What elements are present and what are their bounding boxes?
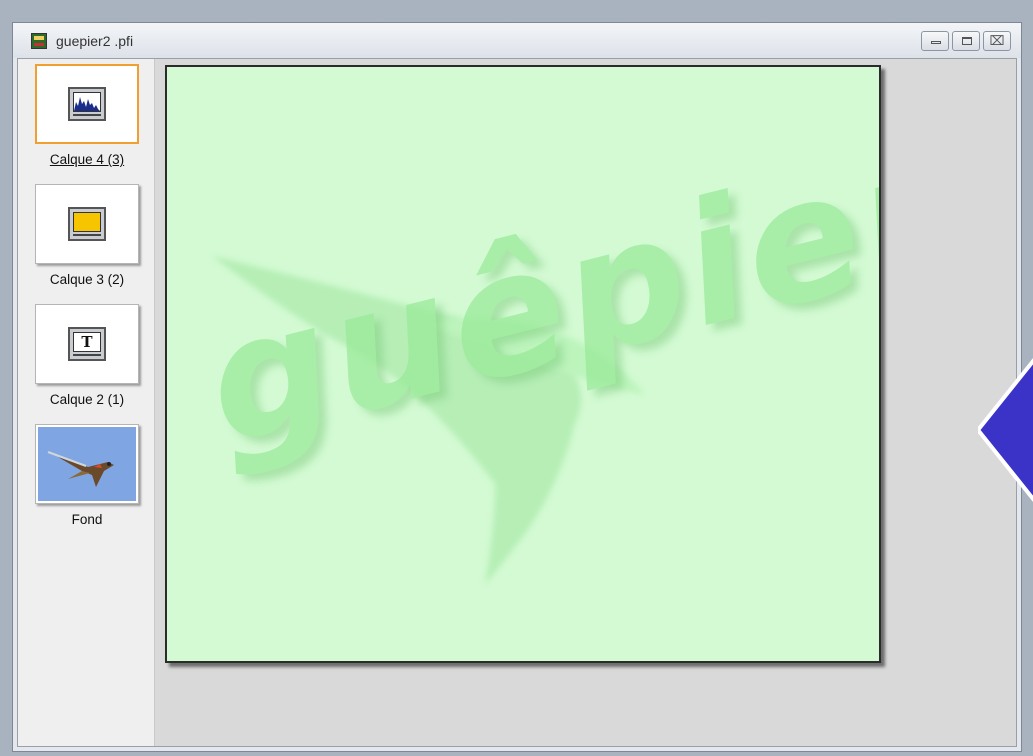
title-bar[interactable]: guepier2 .pfi ⌧ bbox=[13, 23, 1021, 58]
window-controls: ⌧ bbox=[921, 31, 1011, 51]
layer-label: Fond bbox=[71, 512, 103, 527]
document-client-area: Calque 4 (3) Calque 3 (2) T Calque 2 (1)… bbox=[17, 58, 1017, 747]
bird-photo-thumbnail bbox=[38, 427, 136, 501]
blue-pointer-shape bbox=[978, 358, 1033, 502]
close-button[interactable]: ⌧ bbox=[983, 31, 1011, 51]
window-title: guepier2 .pfi bbox=[56, 32, 134, 49]
fill-monitor-icon bbox=[68, 207, 106, 241]
layer-thumbnail[interactable] bbox=[35, 184, 139, 264]
document-window: guepier2 .pfi ⌧ Calque 4 (3) Calque 3 (2… bbox=[12, 22, 1022, 752]
layer-item-calque-4[interactable]: Calque 4 (3) bbox=[34, 64, 140, 167]
image-canvas[interactable]: guêpier bbox=[165, 65, 881, 663]
histogram-monitor-icon bbox=[68, 87, 106, 121]
layer-item-calque-3[interactable]: Calque 3 (2) bbox=[34, 184, 140, 287]
layer-item-calque-2[interactable]: T Calque 2 (1) bbox=[34, 304, 140, 407]
text-monitor-icon: T bbox=[68, 327, 106, 361]
restore-button[interactable] bbox=[952, 31, 980, 51]
close-icon: ⌧ bbox=[989, 33, 1005, 48]
layer-thumbnail[interactable] bbox=[35, 424, 139, 504]
layer-label: Calque 4 (3) bbox=[49, 152, 125, 167]
minimize-button[interactable] bbox=[921, 31, 949, 51]
restore-icon bbox=[962, 37, 972, 45]
layer-label: Calque 2 (1) bbox=[49, 392, 125, 407]
layers-panel: Calque 4 (3) Calque 3 (2) T Calque 2 (1)… bbox=[18, 59, 155, 746]
minimize-icon bbox=[931, 41, 941, 44]
layer-thumbnail[interactable] bbox=[35, 64, 139, 144]
artwork-text: guêpier bbox=[187, 110, 881, 484]
layer-item-fond[interactable]: Fond bbox=[34, 424, 140, 527]
canvas-text-layer: guêpier bbox=[167, 67, 879, 661]
layer-thumbnail[interactable]: T bbox=[35, 304, 139, 384]
document-icon bbox=[31, 32, 47, 49]
layer-label: Calque 3 (2) bbox=[49, 272, 125, 287]
